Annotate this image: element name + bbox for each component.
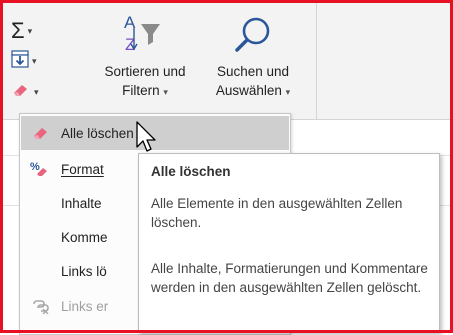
autosum-button[interactable]: Σ ▾ <box>11 20 32 42</box>
fill-down-icon <box>11 49 29 73</box>
sort-filter-label-line2: Filtern <box>122 83 160 98</box>
chevron-down-icon: ▾ <box>163 87 168 97</box>
chevron-down-icon: ▾ <box>285 87 291 97</box>
eraser-icon <box>21 125 61 141</box>
chevron-down-icon: ▾ <box>27 25 33 36</box>
menu-item-label: Alle löschen <box>61 125 134 141</box>
menu-item-label: Inhalte <box>61 195 102 211</box>
chevron-down-icon: ▾ <box>32 55 37 66</box>
ribbon-separator <box>316 3 317 120</box>
autosum-icon: Σ <box>11 18 25 43</box>
svg-text:%: % <box>30 161 40 173</box>
tooltip-title: Alle löschen <box>151 164 231 179</box>
clear-button[interactable]: ▾ <box>11 81 39 103</box>
find-select-label: Suchen und <box>216 64 290 79</box>
chevron-down-icon: ▾ <box>34 86 39 97</box>
menu-item-label: Links lö <box>61 263 107 279</box>
eraser-icon <box>11 82 31 103</box>
find-select-label-line2: Auswählen <box>215 83 282 98</box>
sort-az-filter-icon: A Z <box>92 8 198 62</box>
magnifier-icon <box>200 8 306 62</box>
menu-item-label: Links er <box>61 298 109 314</box>
menu-item-label: Komme <box>61 229 108 245</box>
find-select-button[interactable]: Suchen und Auswählen ▾ <box>200 8 306 102</box>
tooltip-details: Alle Inhalte, Formatierungen und Komment… <box>151 261 428 295</box>
tooltip-description: Alle Elemente in den ausgewählten Zellen… <box>151 196 403 230</box>
menu-item-label: Format <box>61 161 104 177</box>
sort-filter-button[interactable]: A Z Sortieren und Filtern ▾ <box>92 8 198 102</box>
tooltip-clear-all: Alle löschen Alle Elemente in den ausgew… <box>138 153 440 333</box>
sort-filter-label: Sortieren und <box>104 64 186 79</box>
clear-formats-icon: % <box>21 160 61 178</box>
fill-button[interactable]: ▾ <box>11 49 37 73</box>
mouse-pointer-icon <box>136 121 158 160</box>
remove-hyperlink-icon <box>21 298 61 314</box>
